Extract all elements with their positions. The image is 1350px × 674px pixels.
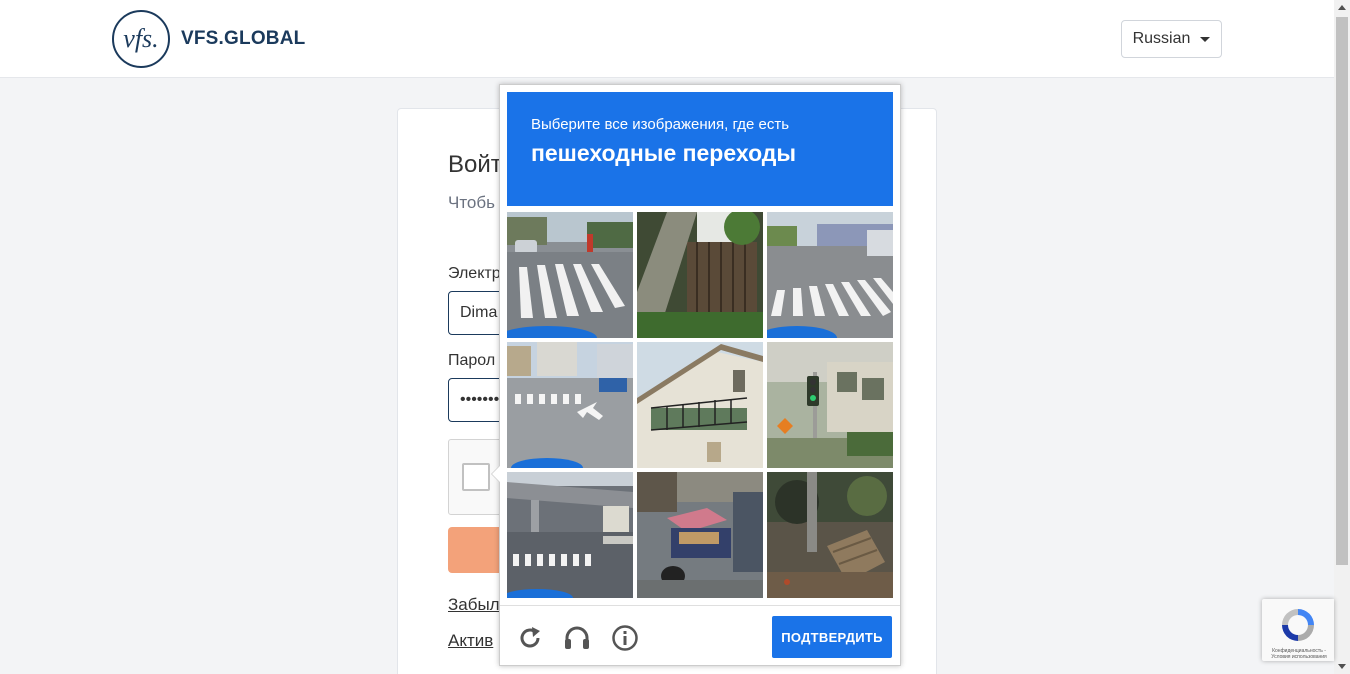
- challenge-tile-4[interactable]: [507, 342, 633, 468]
- vfs-logo[interactable]: vfs. VFS.GLOBAL: [112, 10, 305, 68]
- scroll-down-arrow-icon[interactable]: [1338, 664, 1346, 669]
- challenge-tile-7[interactable]: [507, 472, 633, 598]
- reload-icon[interactable]: [516, 624, 544, 652]
- top-navbar: vfs. VFS.GLOBAL Russian: [0, 0, 1334, 78]
- login-title: Войт: [448, 151, 502, 178]
- challenge-tile-3[interactable]: [767, 212, 893, 338]
- recaptcha-challenge-popup: Выберите все изображения, где есть пешех…: [491, 84, 901, 666]
- forgot-password-link[interactable]: Забыл: [448, 595, 500, 615]
- scroll-thumb[interactable]: [1336, 17, 1348, 565]
- logo-mark: vfs.: [112, 10, 170, 68]
- recaptcha-badge[interactable]: Конфиденциальность - Условия использован…: [1262, 599, 1334, 661]
- info-icon[interactable]: [611, 624, 639, 652]
- challenge-instruction: Выберите все изображения, где есть: [531, 116, 790, 133]
- language-dropdown[interactable]: Russian: [1121, 20, 1222, 58]
- password-label: Парол: [448, 352, 496, 369]
- recaptcha-checkbox[interactable]: [462, 463, 490, 491]
- challenge-tile-1[interactable]: [507, 212, 633, 338]
- scroll-up-arrow-icon[interactable]: [1338, 5, 1346, 10]
- page-scrollbar[interactable]: [1334, 0, 1350, 674]
- recaptcha-logo-icon: [1282, 609, 1314, 641]
- challenge-tile-2[interactable]: [637, 212, 763, 338]
- challenge-target: пешеходные переходы: [531, 140, 797, 166]
- activate-account-link[interactable]: Актив: [448, 631, 493, 651]
- recaptcha-badge-text: Конфиденциальность - Условия использован…: [1271, 648, 1327, 660]
- challenge-tile-9[interactable]: [767, 472, 893, 598]
- logo-text: VFS.GLOBAL: [181, 28, 306, 49]
- challenge-footer: ПОДТВЕРДИТЬ: [500, 605, 900, 665]
- challenge-header: Выберите все изображения, где есть пешех…: [507, 92, 893, 206]
- challenge-image-grid: [507, 212, 893, 598]
- challenge-tile-5[interactable]: [637, 342, 763, 468]
- popup-pointer: [491, 465, 500, 483]
- language-label: Russian: [1132, 30, 1191, 47]
- challenge-tile-6[interactable]: [767, 342, 893, 468]
- verify-button[interactable]: ПОДТВЕРДИТЬ: [772, 616, 892, 658]
- caret-down-icon: [1200, 36, 1211, 42]
- email-label: Электр: [448, 265, 501, 282]
- challenge-tile-8[interactable]: [637, 472, 763, 598]
- audio-icon[interactable]: [563, 624, 591, 652]
